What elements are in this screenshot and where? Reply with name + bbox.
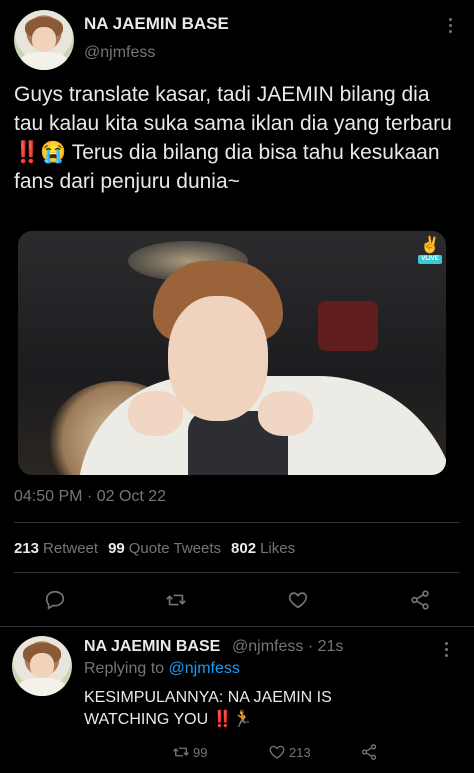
divider xyxy=(14,522,460,523)
author-handle[interactable]: @njmfess xyxy=(84,44,155,62)
divider xyxy=(14,572,460,573)
retweet-icon xyxy=(166,594,186,606)
reply-handle-time: @njmfess · 21s xyxy=(232,638,344,655)
share-button[interactable] xyxy=(407,587,433,613)
vlive-label: VLIVE xyxy=(418,255,442,264)
tweet-text: Guys translate kasar, tadi JAEMIN bilang… xyxy=(14,83,452,193)
tweet-timestamp[interactable]: 04:50 PM · 02 Oct 22 xyxy=(14,488,166,506)
avatar[interactable] xyxy=(14,10,74,70)
quote-count: 99 xyxy=(108,540,125,557)
more-vertical-icon[interactable] xyxy=(436,638,456,662)
retweet-icon xyxy=(173,747,189,757)
quote-stat[interactable]: 99 Quote Tweets xyxy=(108,540,221,557)
divider xyxy=(0,626,474,627)
replying-prefix: Replying to xyxy=(84,660,169,677)
reply-button[interactable] xyxy=(42,587,68,613)
heart-icon xyxy=(269,745,285,759)
like-stat[interactable]: 802 Likes xyxy=(231,540,295,557)
retweet-button[interactable] xyxy=(163,587,189,613)
reply-author-name[interactable]: NA JAEMIN BASE xyxy=(84,638,220,656)
like-button[interactable] xyxy=(285,587,311,613)
reply-retweet-button[interactable]: 99 xyxy=(172,743,207,761)
reply-avatar[interactable] xyxy=(12,636,72,696)
quote-label: Quote Tweets xyxy=(128,540,222,557)
reply-retweet-count: 99 xyxy=(193,744,208,760)
tweet-stats: 213 Retweet 99 Quote Tweets 802 Likes xyxy=(14,540,295,557)
reply-share-button[interactable] xyxy=(360,743,378,761)
tweet-media-image[interactable]: ✌ VLIVE xyxy=(18,231,446,475)
share-icon xyxy=(361,744,377,760)
retweet-stat[interactable]: 213 Retweet xyxy=(14,540,98,557)
reply-tweet-text: KESIMPULANNYA: NA JAEMIN IS WATCHING YOU… xyxy=(84,689,332,728)
reply-like-button[interactable]: 213 xyxy=(268,743,311,761)
like-label: Likes xyxy=(260,540,296,557)
heart-icon xyxy=(288,592,308,609)
retweet-label: Retweet xyxy=(43,540,99,557)
retweet-count: 213 xyxy=(14,540,40,557)
replying-to: Replying to @njmfess xyxy=(84,660,240,678)
reply-like-count: 213 xyxy=(289,744,311,760)
vlive-logo-icon: ✌ VLIVE xyxy=(418,237,442,267)
share-icon xyxy=(411,590,429,610)
replying-mention-link[interactable]: @njmfess xyxy=(169,660,240,677)
reply-icon xyxy=(45,590,65,610)
author-name[interactable]: NA JAEMIN BASE xyxy=(84,14,229,34)
like-count: 802 xyxy=(231,540,257,557)
more-vertical-icon[interactable] xyxy=(440,14,460,38)
